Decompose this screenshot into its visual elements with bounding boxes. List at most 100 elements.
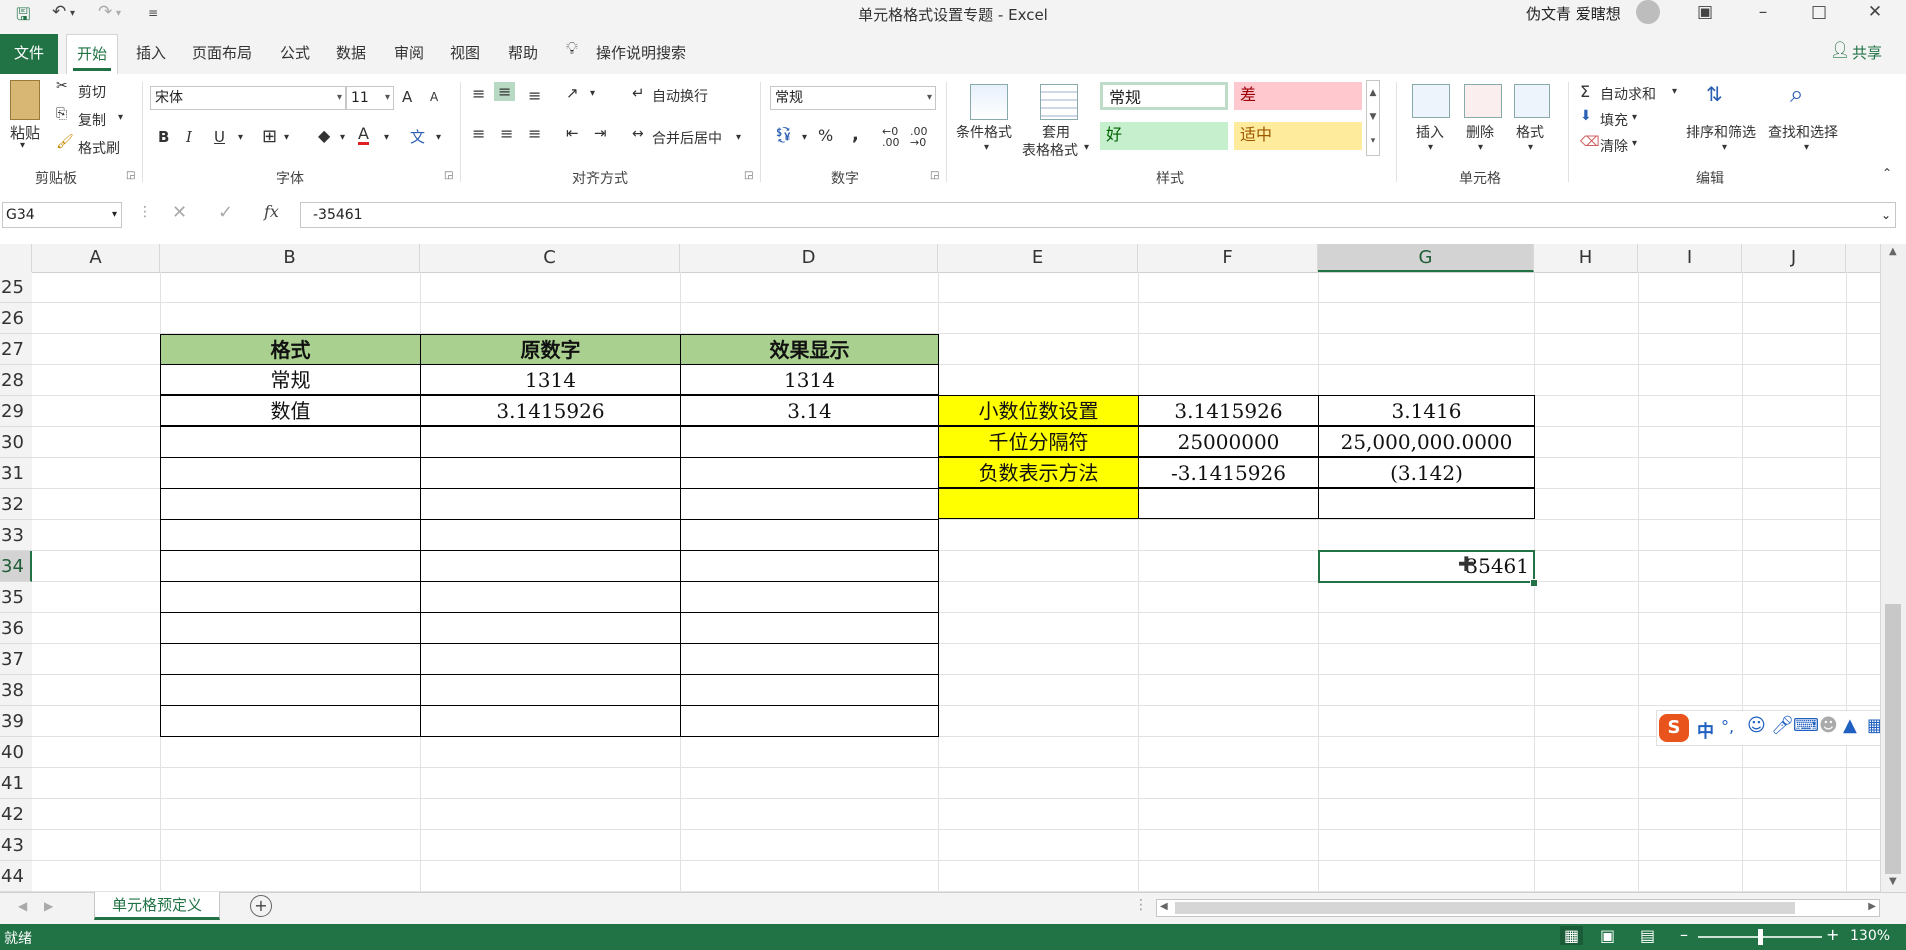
conditional-format-button[interactable]: 条件格式 — [956, 122, 1012, 142]
name-box[interactable]: G34 ▾ — [2, 202, 122, 228]
align-center-icon[interactable]: ≡ — [500, 124, 513, 143]
tab-insert[interactable]: 插入 — [136, 42, 166, 63]
row-header-active[interactable]: 34 — [0, 551, 32, 582]
table-header-cell[interactable]: 格式 — [160, 334, 421, 365]
font-launcher-icon[interactable]: ◲ — [444, 170, 453, 181]
row-header[interactable]: 27 — [0, 334, 32, 365]
styles-gallery-scroll[interactable]: ▲ ▼ ▾ — [1366, 80, 1380, 156]
row-header[interactable]: 38 — [0, 675, 32, 706]
paste-icon[interactable] — [10, 80, 40, 120]
tab-data[interactable]: 数据 — [336, 42, 366, 63]
grow-font-button[interactable]: A — [402, 88, 412, 106]
column-header-j[interactable]: J — [1742, 244, 1846, 272]
scroll-down-icon[interactable]: ▼ — [1889, 876, 1897, 887]
decrease-indent-icon[interactable]: ⇤ — [566, 124, 579, 142]
horizontal-scrollbar[interactable]: ◀ ▶ — [1156, 899, 1880, 917]
increase-indent-icon[interactable]: ⇥ — [594, 124, 607, 142]
format-cells-icon[interactable] — [1514, 84, 1550, 118]
comma-button[interactable]: , — [852, 124, 859, 145]
format-as-table-line2[interactable]: 表格格式 — [1022, 140, 1078, 160]
fill-button[interactable]: 填充 — [1600, 110, 1628, 130]
conditional-format-icon[interactable] — [970, 84, 1008, 120]
punctuation-icon[interactable]: °, — [1721, 717, 1734, 736]
delete-cells-button[interactable]: 删除 — [1466, 122, 1494, 142]
paste-dropdown-icon[interactable]: ▾ — [20, 140, 25, 151]
font-color-icon[interactable]: A — [358, 126, 369, 145]
microphone-icon[interactable]: 🎤︎ — [1771, 715, 1794, 736]
ribbon-display-icon[interactable]: ▣ — [1682, 0, 1728, 26]
ime-mode-label[interactable]: 中 — [1697, 717, 1714, 742]
sogou-logo-icon[interactable]: S — [1659, 714, 1689, 742]
insert-dropdown-icon[interactable]: ▾ — [1428, 142, 1433, 153]
format-as-table-line1[interactable]: 套用 — [1042, 122, 1070, 142]
column-header-e[interactable]: E — [938, 244, 1138, 272]
select-all-corner[interactable] — [0, 244, 32, 272]
row-header[interactable]: 25 — [0, 272, 32, 303]
orientation-dropdown-icon[interactable]: ▾ — [590, 88, 595, 99]
column-header-c[interactable]: C — [420, 244, 680, 272]
user-center-icon[interactable]: ☻ — [1819, 715, 1838, 736]
currency-dropdown-icon[interactable]: ▾ — [802, 132, 807, 143]
table-cell[interactable]: 常规 — [160, 364, 421, 395]
normal-view-icon[interactable]: ▦ — [1560, 926, 1584, 945]
decrease-decimal-icon[interactable]: .00 →0 — [910, 126, 928, 148]
copy-dropdown-icon[interactable]: ▾ — [118, 112, 123, 123]
keyboard-icon[interactable]: ⌨ — [1793, 715, 1819, 736]
next-sheet-icon[interactable]: ▶ — [44, 899, 53, 913]
sheet-tab-active[interactable]: 单元格预定义 — [94, 892, 220, 920]
font-color-dropdown-icon[interactable]: ▾ — [384, 132, 389, 143]
formula-input[interactable]: -35461 ⌄ — [300, 202, 1896, 228]
tab-formulas[interactable]: 公式 — [280, 42, 310, 63]
style-neutral[interactable]: 适中 — [1234, 122, 1362, 150]
row-header[interactable]: 42 — [0, 799, 32, 830]
row-header[interactable]: 31 — [0, 458, 32, 489]
autosum-button[interactable]: 自动求和 — [1600, 84, 1656, 104]
find-select-icon[interactable]: ⌕ — [1790, 80, 1803, 108]
font-name-combo[interactable]: 宋体 ▾ — [150, 86, 346, 110]
fill-handle[interactable] — [1530, 579, 1538, 587]
autosum-dropdown-icon[interactable]: ▾ — [1672, 86, 1677, 97]
underline-dropdown-icon[interactable]: ▾ — [238, 132, 243, 143]
collapse-ribbon-icon[interactable]: ⌃ — [1882, 166, 1892, 180]
format-as-table-dropdown-icon[interactable]: ▾ — [1084, 142, 1089, 153]
column-header-i[interactable]: I — [1638, 244, 1742, 272]
h-scroll-thumb[interactable] — [1175, 902, 1795, 914]
tab-review[interactable]: 审阅 — [394, 42, 424, 63]
table-cell[interactable]: (3.142) — [1318, 457, 1535, 488]
fill-color-dropdown-icon[interactable]: ▾ — [340, 132, 345, 143]
number-format-combo[interactable]: 常规 ▾ — [770, 86, 936, 110]
row-header[interactable]: 32 — [0, 489, 32, 520]
tab-home[interactable]: 开始 — [66, 34, 118, 74]
page-break-view-icon[interactable]: ▤ — [1640, 926, 1655, 945]
confirm-edit-icon[interactable]: ✓ — [218, 202, 233, 223]
tab-file[interactable]: 文件 — [0, 34, 58, 74]
column-header-g[interactable]: G — [1318, 244, 1534, 272]
wrap-text-icon[interactable]: ↵ — [632, 84, 645, 102]
align-bottom-icon[interactable]: ≡ — [528, 86, 541, 105]
row-header[interactable]: 41 — [0, 768, 32, 799]
insert-function-button[interactable]: fx — [264, 202, 279, 221]
row-header[interactable]: 26 — [0, 303, 32, 334]
row-header[interactable]: 37 — [0, 644, 32, 675]
insert-cells-icon[interactable] — [1412, 84, 1450, 118]
style-bad[interactable]: 差 — [1234, 82, 1362, 110]
sort-dropdown-icon[interactable]: ▾ — [1722, 142, 1727, 153]
align-top-icon[interactable]: ≡ — [472, 84, 485, 103]
zoom-level[interactable]: 130% — [1850, 928, 1890, 944]
close-icon[interactable]: ✕ — [1852, 0, 1898, 26]
user-name[interactable]: 伪文青 爱瞎想 — [1526, 3, 1621, 24]
copy-icon[interactable]: ⎘ — [56, 106, 67, 122]
sort-filter-button[interactable]: 排序和筛选 — [1686, 122, 1756, 142]
row-header[interactable]: 40 — [0, 737, 32, 768]
table-cell[interactable]: 3.1415926 — [1138, 395, 1319, 426]
cut-icon[interactable]: ✂ — [56, 78, 68, 94]
cancel-edit-icon[interactable]: ✕ — [172, 202, 187, 223]
italic-button[interactable]: I — [186, 128, 192, 146]
percent-button[interactable]: % — [818, 126, 833, 145]
emoji-icon[interactable]: ☺ — [1747, 715, 1766, 736]
scroll-thumb[interactable] — [1885, 604, 1901, 874]
phonetic-icon[interactable]: 文 — [410, 126, 425, 147]
format-cells-button[interactable]: 格式 — [1516, 122, 1544, 142]
table-cell[interactable]: 1314 — [680, 364, 939, 395]
fill-color-icon[interactable]: ◆ — [318, 126, 330, 145]
